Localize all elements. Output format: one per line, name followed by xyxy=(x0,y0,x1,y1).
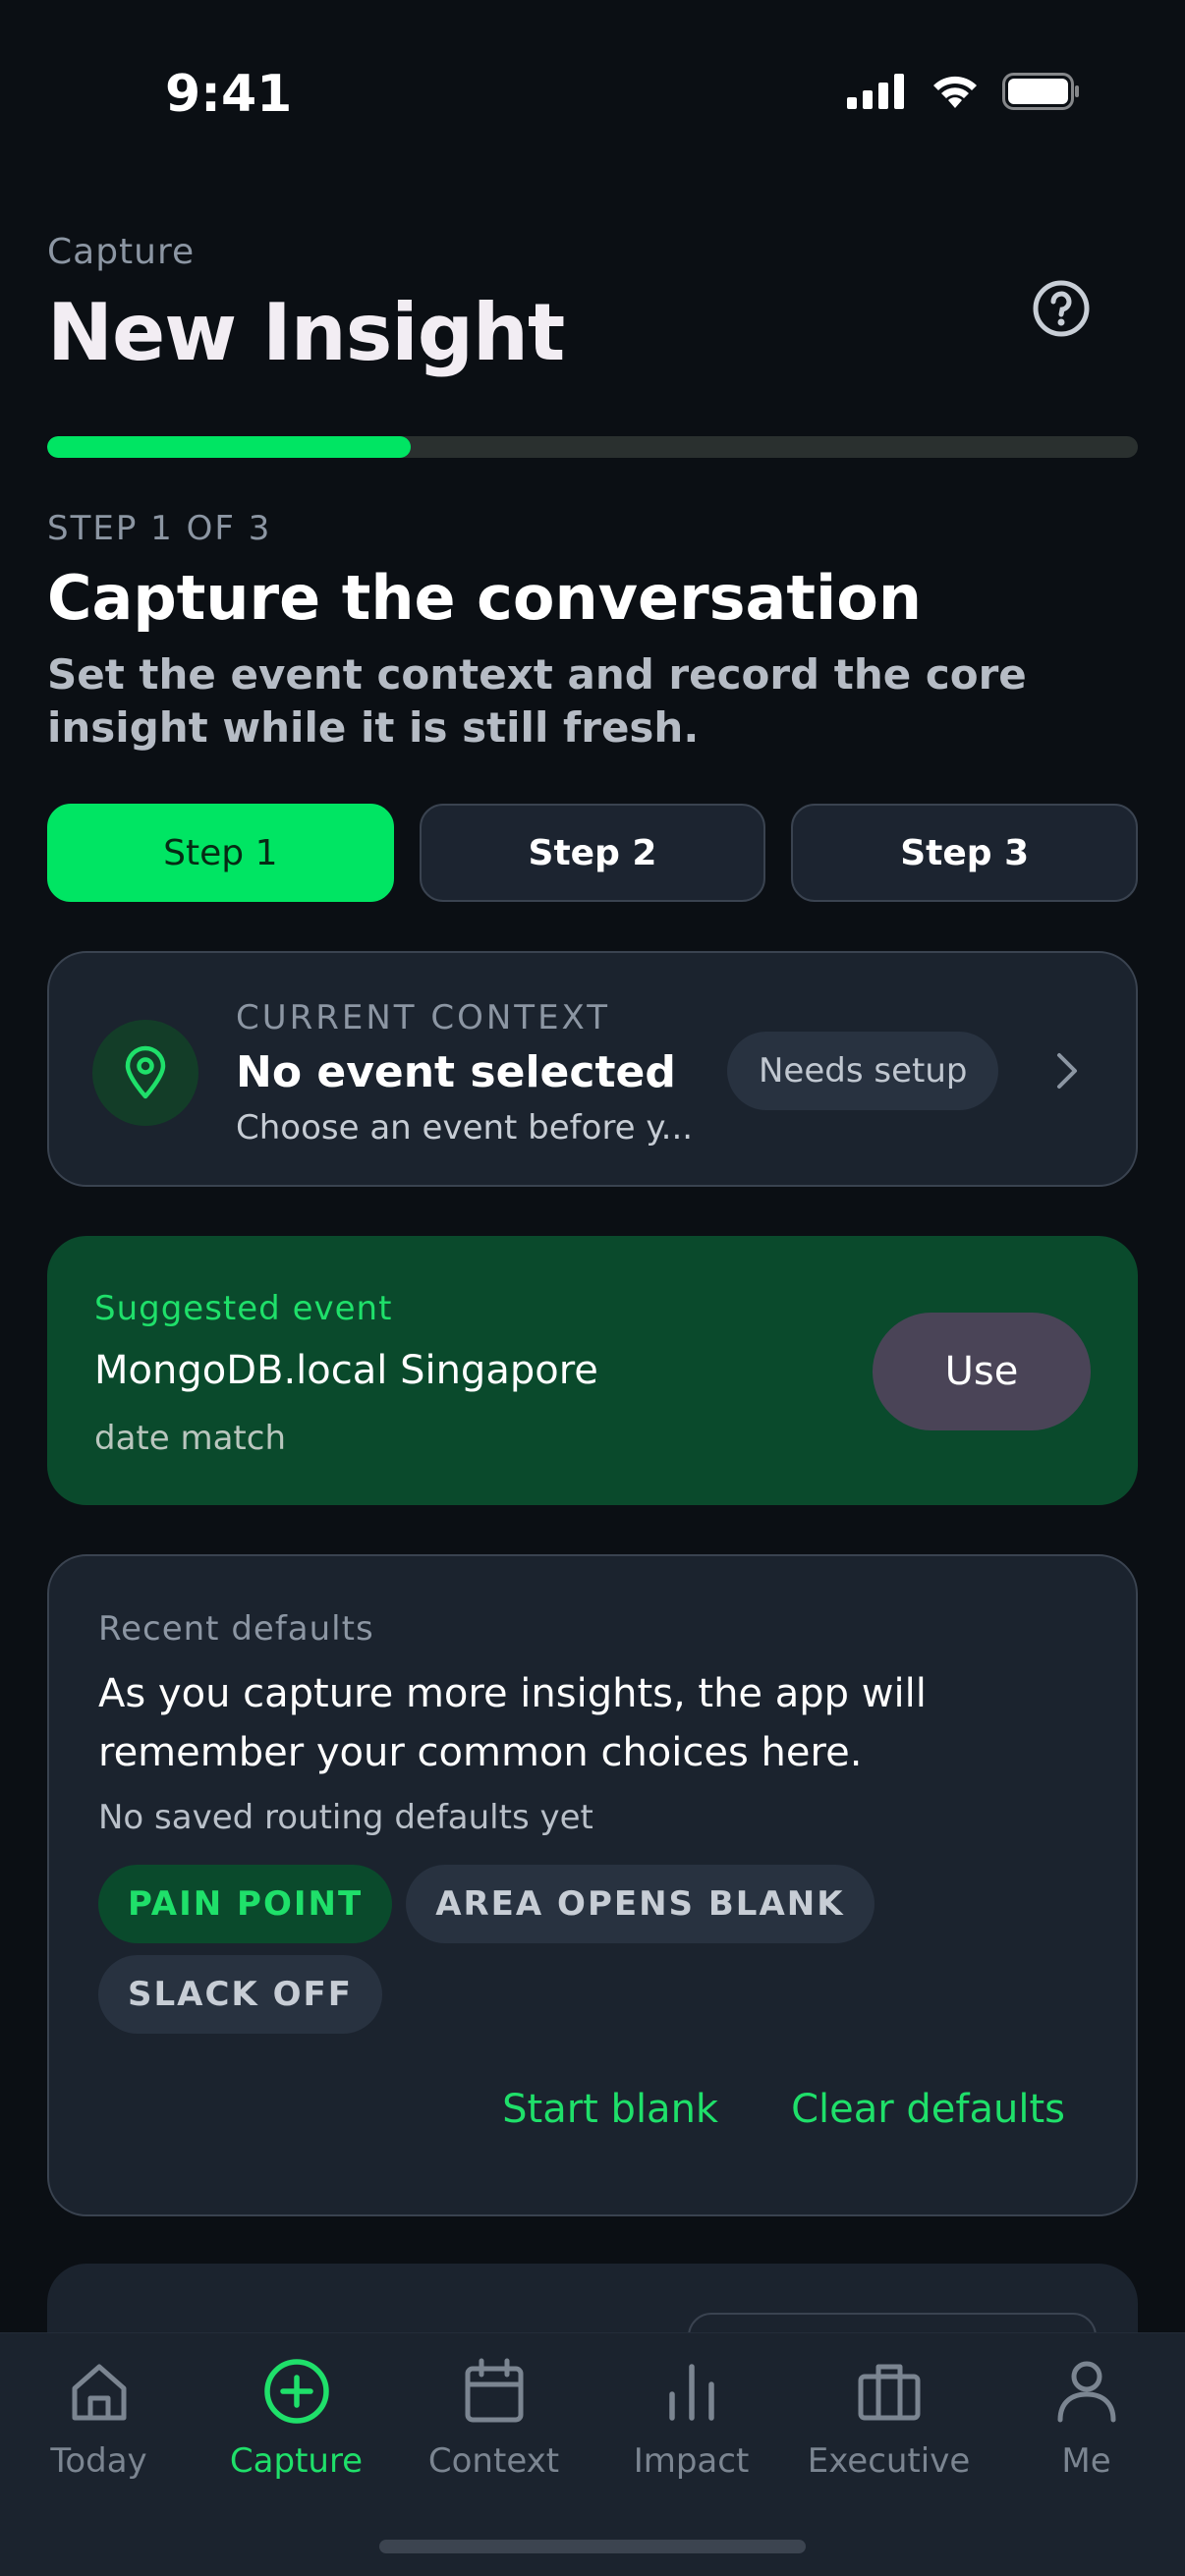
location-pin-badge xyxy=(92,1020,198,1126)
step-tabs: Step 1 Step 2 Step 3 xyxy=(47,804,1139,902)
start-blank-button[interactable]: Start blank xyxy=(502,2087,718,2132)
tab-step-1[interactable]: Step 1 xyxy=(47,804,394,902)
context-label: CURRENT CONTEXT xyxy=(236,998,611,1037)
needs-setup-badge: Needs setup xyxy=(727,1032,999,1110)
suggested-event-card: Suggested event MongoDB.local Singapore … xyxy=(47,1236,1138,1505)
progress-bar xyxy=(47,436,1138,458)
screen: 9:41 Capture New Insight STEP 1 OF 3 Cap… xyxy=(0,0,1185,2576)
tabbar-item-today[interactable]: Today xyxy=(0,2355,198,2481)
calendar-icon xyxy=(465,2358,523,2423)
tabbar-label-context: Context xyxy=(427,2441,560,2481)
chevron-right-icon xyxy=(1057,1053,1077,1089)
tab-step-2[interactable]: Step 2 xyxy=(419,804,766,902)
wifi-icon xyxy=(933,76,977,108)
home-icon xyxy=(72,2364,126,2421)
context-subtitle: Choose an event before y... xyxy=(236,1108,694,1148)
bottom-tab-bar: Today Capture Context Impact Executive M… xyxy=(0,2332,1185,2576)
tabbar-label-me: Me xyxy=(1061,2441,1111,2481)
use-suggested-button[interactable]: Use xyxy=(873,1313,1091,1430)
status-time: 9:41 xyxy=(165,65,293,124)
tabbar-item-me[interactable]: Me xyxy=(988,2355,1185,2481)
suggested-event-name: MongoDB.local Singapore xyxy=(94,1348,598,1393)
location-pin-icon xyxy=(125,1045,166,1099)
recent-defaults-card: Recent defaults As you capture more insi… xyxy=(47,1554,1138,2216)
suggested-label: Suggested event xyxy=(94,1289,393,1328)
tabbar-label-today: Today xyxy=(50,2441,147,2481)
tabbar-item-capture[interactable]: Capture xyxy=(198,2355,395,2481)
default-chips: PAIN POINT AREA OPENS BLANK SLACK OFF xyxy=(98,1865,1081,2034)
chip-slack-off[interactable]: SLACK OFF xyxy=(98,1955,382,2034)
defaults-actions: Start blank Clear defaults xyxy=(502,2087,1065,2132)
tabbar-label-executive: Executive xyxy=(807,2441,971,2481)
help-button[interactable] xyxy=(1032,279,1091,338)
step-description: Set the event context and record the cor… xyxy=(47,650,1027,752)
cellular-signal-icon xyxy=(847,74,904,109)
tabbar-item-executive[interactable]: Executive xyxy=(790,2355,988,2481)
tabbar-item-context[interactable]: Context xyxy=(395,2355,592,2481)
current-context-card[interactable]: CURRENT CONTEXT No event selected Choose… xyxy=(47,951,1138,1187)
defaults-description: As you capture more insights, the app wi… xyxy=(98,1671,927,1775)
tab-step-3[interactable]: Step 3 xyxy=(791,804,1139,902)
suggested-event-meta: date match xyxy=(94,1419,287,1458)
step-title: Capture the conversation xyxy=(47,562,923,634)
clear-defaults-button[interactable]: Clear defaults xyxy=(791,2087,1065,2132)
plus-circle-icon xyxy=(263,2359,329,2424)
bar-chart-icon xyxy=(668,2364,714,2421)
progress-fill xyxy=(47,436,411,458)
header-eyebrow: Capture xyxy=(47,232,196,272)
home-indicator xyxy=(379,2540,806,2553)
defaults-label: Recent defaults xyxy=(98,1609,374,1649)
tabbar-item-impact[interactable]: Impact xyxy=(592,2355,790,2481)
person-icon xyxy=(1057,2361,1115,2423)
chip-area-opens-blank[interactable]: AREA OPENS BLANK xyxy=(406,1865,875,1943)
briefcase-icon xyxy=(858,2364,920,2421)
battery-icon xyxy=(1002,73,1079,110)
help-icon xyxy=(1033,280,1090,337)
chip-pain-point[interactable]: PAIN POINT xyxy=(98,1865,393,1943)
tabbar-label-impact: Impact xyxy=(633,2441,750,2481)
tabbar-label-capture: Capture xyxy=(229,2441,364,2481)
page-title: New Insight xyxy=(47,287,565,378)
step-meta: STEP 1 OF 3 xyxy=(47,509,272,548)
defaults-empty-text: No saved routing defaults yet xyxy=(98,1798,593,1837)
context-title: No event selected xyxy=(236,1047,676,1097)
status-icons xyxy=(847,73,1081,110)
